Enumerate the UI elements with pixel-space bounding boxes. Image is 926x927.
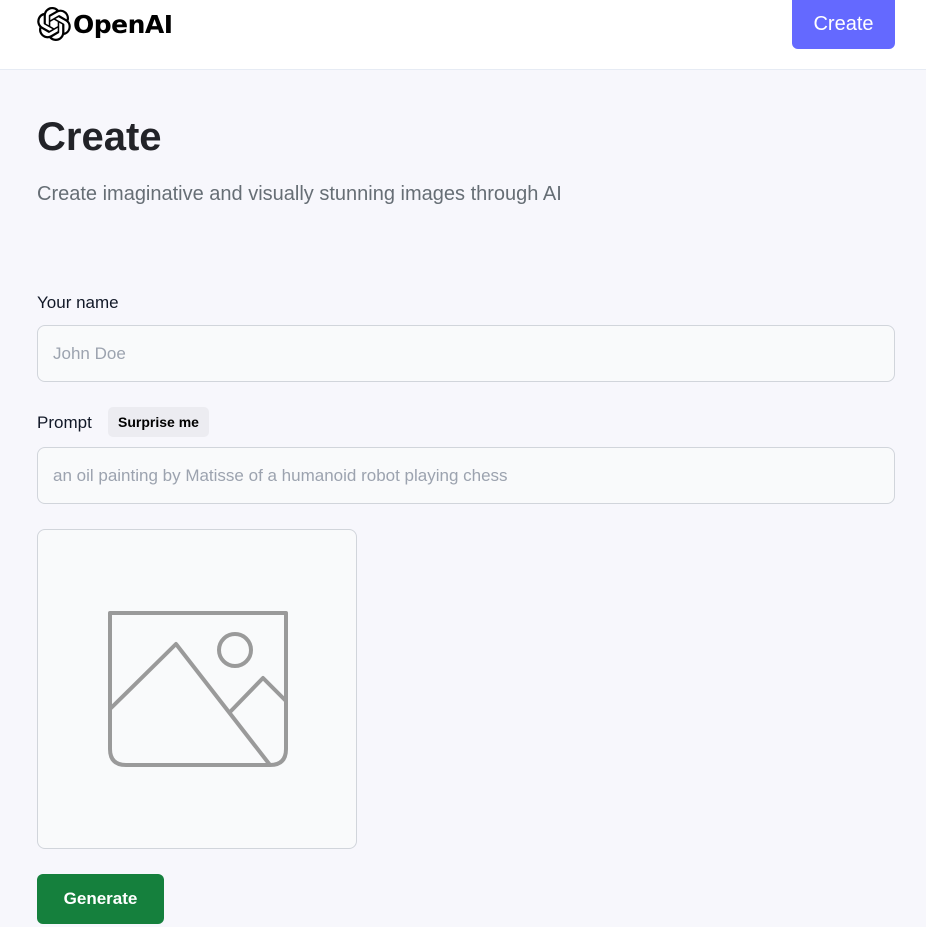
openai-logo-icon [37,7,71,41]
openai-logo[interactable]: OpenAI [37,7,173,41]
image-preview [37,529,357,849]
page-subtitle: Create imaginative and visually stunning… [37,183,562,205]
page-title: Create [37,115,162,159]
image-placeholder-icon [108,611,288,767]
prompt-input[interactable] [37,447,895,504]
logo-text: OpenAI [73,9,173,39]
prompt-label: Prompt [37,413,92,432]
generate-button[interactable]: Generate [37,874,164,924]
name-input[interactable] [37,325,895,382]
top-navbar: OpenAI Create [0,0,926,70]
name-label: Your name [37,293,119,312]
surprise-me-button[interactable]: Surprise me [108,407,209,437]
create-button[interactable]: Create [792,0,895,49]
